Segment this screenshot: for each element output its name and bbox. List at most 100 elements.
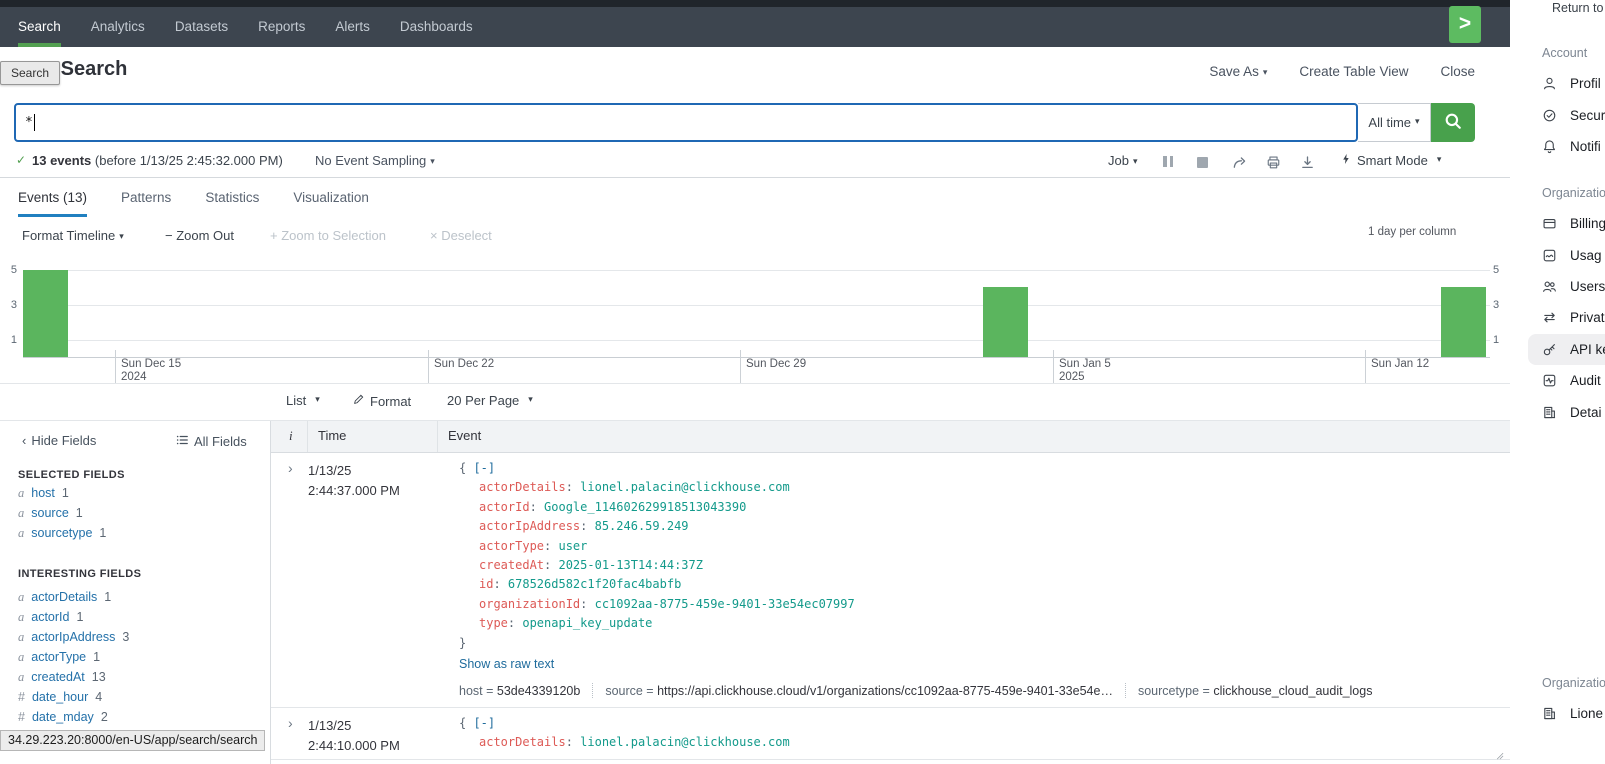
open-brace: {	[459, 716, 473, 730]
tab-events-13-[interactable]: Events (13)	[18, 179, 87, 217]
divider	[1125, 683, 1126, 698]
event-sampling-menu[interactable]: No Event Sampling▾	[315, 153, 435, 168]
histogram-bar[interactable]	[23, 270, 68, 358]
per-page-menu[interactable]: 20 Per Page▾	[447, 393, 533, 408]
json-field-line: type: openapi_key_update	[459, 614, 1510, 633]
field-name: createdAt	[31, 670, 85, 684]
field-date_hour[interactable]: #date_hour4	[0, 687, 270, 707]
field-actorId[interactable]: aactorId1	[0, 607, 270, 627]
plus-icon: +	[270, 228, 278, 243]
json-key[interactable]: actorIpAddress	[479, 519, 580, 533]
json-key[interactable]: createdAt	[479, 558, 544, 572]
histogram-bar[interactable]	[983, 287, 1028, 357]
nav-item-datasets[interactable]: Datasets	[175, 7, 228, 47]
field-actorIpAddress[interactable]: aactorIpAddress3	[0, 627, 270, 647]
json-value[interactable]: lionel.palacin@clickhouse.com	[580, 735, 790, 749]
field-source[interactable]: asource1	[0, 503, 270, 523]
splunk-logo-icon[interactable]: >	[1449, 6, 1481, 43]
json-key[interactable]: id	[479, 577, 493, 591]
menu-item-secur[interactable]: Secur	[1510, 99, 1605, 130]
audit-icon	[1542, 373, 1557, 388]
time-range-picker[interactable]: All time▾	[1358, 103, 1431, 142]
search-input[interactable]: *	[14, 103, 1358, 142]
json-key[interactable]: actorDetails	[479, 735, 566, 749]
close-button[interactable]: Close	[1440, 64, 1475, 79]
menu-item-api-ke[interactable]: API ke	[1528, 334, 1605, 365]
print-icon[interactable]	[1266, 155, 1281, 173]
selected-fields-list: ahost1asource1asourcetype1	[0, 483, 270, 543]
list-view-menu[interactable]: List▾	[286, 393, 320, 408]
meta-field-value[interactable]: clickhouse_cloud_audit_logs	[1213, 684, 1372, 698]
meta-field-value[interactable]: 53de4339120b	[497, 684, 580, 698]
event-time[interactable]: 1/13/252:44:37.000 PM	[308, 453, 448, 707]
menu-item-detai[interactable]: Detai	[1510, 396, 1605, 427]
nav-item-dashboards[interactable]: Dashboards	[400, 7, 473, 47]
menu-item-profil[interactable]: Profil	[1510, 68, 1605, 99]
menu-item-audit[interactable]: Audit	[1510, 365, 1605, 396]
menu-item-notifi[interactable]: Notifi	[1510, 131, 1605, 162]
field-actorType[interactable]: aactorType1	[0, 647, 270, 667]
json-value[interactable]: cc1092aa-8775-459e-9401-33e54ec07997	[595, 597, 855, 611]
tab-statistics[interactable]: Statistics	[205, 179, 259, 217]
json-value[interactable]: Google_114602629918513043390	[544, 500, 746, 514]
json-key[interactable]: type	[479, 616, 508, 630]
json-key[interactable]: organizationId	[479, 597, 580, 611]
zoom-to-selection-button[interactable]: + Zoom to Selection	[270, 228, 386, 243]
return-to-link[interactable]: Return to	[1552, 1, 1603, 15]
string-field-icon: a	[18, 590, 24, 604]
save-as-button[interactable]: Save As▾	[1209, 64, 1267, 79]
tab-patterns[interactable]: Patterns	[121, 179, 171, 217]
show-raw-text-link[interactable]: Show as raw text	[459, 654, 554, 674]
collapse-json-link[interactable]: [-]	[473, 716, 495, 730]
nav-item-alerts[interactable]: Alerts	[335, 7, 370, 47]
collapse-json-link[interactable]: [-]	[473, 461, 495, 475]
menu-item-users[interactable]: Users	[1510, 271, 1605, 302]
nav-item-search[interactable]: Search	[18, 7, 61, 47]
expand-event-icon[interactable]: ›	[271, 453, 308, 707]
menu-item-billing[interactable]: Billing	[1510, 208, 1605, 239]
json-value[interactable]: openapi_key_update	[522, 616, 652, 630]
json-key[interactable]: actorType	[479, 539, 544, 553]
json-value[interactable]: 85.246.59.249	[595, 519, 689, 533]
event-timeline-histogram[interactable]: 553311Sun Dec 152024Sun Dec 22Sun Dec 29…	[0, 255, 1510, 385]
pause-icon[interactable]	[1163, 155, 1173, 170]
json-value[interactable]: lionel.palacin@clickhouse.com	[580, 480, 790, 494]
expand-event-icon[interactable]: ›	[271, 708, 308, 759]
json-key[interactable]: actorDetails	[479, 480, 566, 494]
create-table-view-button[interactable]: Create Table View	[1299, 64, 1408, 79]
stop-icon[interactable]	[1197, 157, 1208, 168]
job-menu[interactable]: Job▾	[1108, 153, 1138, 168]
json-value[interactable]: 678526d582c1f20fac4babfb	[508, 577, 681, 591]
format-timeline-menu[interactable]: Format Timeline▾	[22, 228, 124, 243]
search-button[interactable]	[1431, 103, 1475, 142]
json-key[interactable]: actorId	[479, 500, 530, 514]
deselect-button[interactable]: × Deselect	[430, 228, 492, 243]
field-createdAt[interactable]: acreatedAt13	[0, 667, 270, 687]
zoom-out-button[interactable]: − Zoom Out	[165, 228, 234, 243]
field-actorDetails[interactable]: aactorDetails1	[0, 587, 270, 607]
json-field-line: id: 678526d582c1f20fac4babfb	[459, 575, 1510, 594]
export-icon[interactable]	[1300, 155, 1315, 173]
tab-visualization[interactable]: Visualization	[293, 179, 369, 217]
histogram-bar[interactable]	[1441, 287, 1486, 357]
menu-item-privat[interactable]: Privat	[1510, 302, 1605, 333]
field-host[interactable]: ahost1	[0, 483, 270, 503]
events-table-header: i Time Event	[271, 421, 1510, 453]
json-value[interactable]: 2025-01-13T14:44:37Z	[558, 558, 703, 572]
meta-field-value[interactable]: https://api.clickhouse.cloud/v1/organiza…	[657, 684, 1113, 698]
nav-item-reports[interactable]: Reports	[258, 7, 305, 47]
menu-item-lione[interactable]: Lione	[1510, 698, 1605, 729]
format-results-menu[interactable]: Format	[352, 393, 411, 409]
search-mode-menu[interactable]: Smart Mode▾	[1340, 153, 1441, 168]
hide-fields-link[interactable]: ‹Hide Fields	[22, 433, 96, 448]
event-time[interactable]: 1/13/252:44:10.000 PM	[308, 708, 448, 759]
share-job-icon[interactable]	[1232, 155, 1247, 173]
field-sourcetype[interactable]: asourcetype1	[0, 523, 270, 543]
all-fields-link[interactable]: All Fields	[175, 433, 247, 450]
timeline-scale-note: 1 day per column	[1368, 226, 1456, 238]
nav-item-analytics[interactable]: Analytics	[91, 7, 145, 47]
menu-item-usag[interactable]: Usag	[1510, 239, 1605, 270]
json-value[interactable]: user	[558, 539, 587, 553]
field-date_mday[interactable]: #date_mday2	[0, 707, 270, 727]
chevron-down-icon: ▾	[1263, 67, 1268, 77]
